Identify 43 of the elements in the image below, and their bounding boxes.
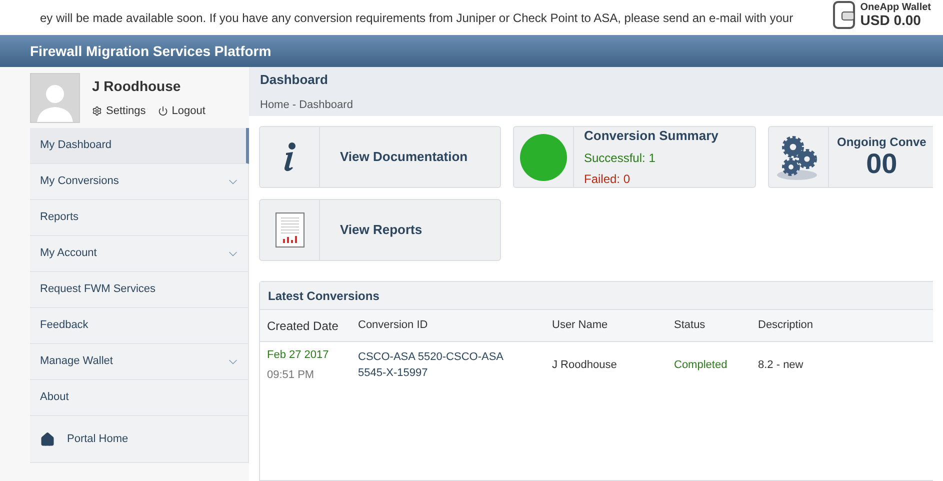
- panel-title: Latest Conversions: [268, 288, 380, 304]
- wallet-label: OneApp Wallet: [860, 3, 931, 13]
- successful-count: Successful: 1: [584, 150, 656, 167]
- logout-link[interactable]: Logout: [158, 102, 206, 120]
- column-header: User Name: [552, 318, 609, 334]
- summary-title: Conversion Summary: [584, 127, 718, 146]
- settings-link[interactable]: Settings: [92, 102, 146, 120]
- table-cell-text: J Roodhouse: [552, 358, 618, 373]
- header-title: Firewall Migration Services Platform: [30, 42, 272, 61]
- sidebar-item[interactable]: My Account: [30, 236, 249, 272]
- info-icon: [282, 142, 296, 172]
- notice-text: ey will be made available soon. If you have any conversion requirements from Juniper or Check Point to ASA, please send an e-mail with your: [39, 10, 794, 26]
- avatar-placeholder: [30, 72, 80, 122]
- power-icon: [158, 106, 168, 116]
- sidebar-item[interactable]: Request FWM Services: [30, 272, 249, 308]
- column-header: Description: [758, 318, 814, 334]
- column-header: Created Date: [266, 318, 340, 334]
- sidebar-item[interactable]: Reports: [30, 200, 249, 236]
- sidebar-item[interactable]: My Conversions: [30, 164, 249, 200]
- table-cell-text: Feb 27 2017: [267, 348, 330, 362]
- table-cell-text: 8.2 - new: [758, 358, 804, 373]
- ongoing-title: Ongoing Conve: [837, 136, 926, 148]
- table-cell-text: 09:51 PM: [267, 368, 316, 383]
- reports-card[interactable]: View Reports: [259, 199, 501, 261]
- sidebar-item[interactable]: Portal Home: [30, 416, 249, 462]
- sidebar-item[interactable]: My Dashboard: [30, 128, 249, 164]
- table-cell-text: CSCO-ASA 5520-CSCO-ASA 5545-X-15997: [358, 350, 504, 381]
- wallet-balance: USD 0.00: [860, 13, 922, 27]
- user-name: J Roodhouse: [92, 76, 182, 96]
- column-header: Status: [674, 318, 706, 334]
- sidebar-item[interactable]: About: [30, 380, 249, 416]
- sidebar-item[interactable]: Feedback: [30, 308, 249, 344]
- home-icon: [40, 432, 55, 446]
- column-header: Conversion ID: [358, 318, 429, 334]
- table-cell-text: Completed: [674, 358, 728, 373]
- settings-icon: [92, 106, 102, 116]
- ongoing-count: 00: [866, 150, 898, 178]
- sidebar-item[interactable]: Manage Wallet: [30, 344, 249, 380]
- failed-count: Failed: 0: [584, 170, 632, 188]
- page-title: Dashboard: [260, 70, 329, 88]
- report-document-icon: [274, 212, 304, 248]
- documentation-card[interactable]: View Documentation: [259, 126, 501, 188]
- breadcrumb: Home - Dashboard: [260, 98, 354, 113]
